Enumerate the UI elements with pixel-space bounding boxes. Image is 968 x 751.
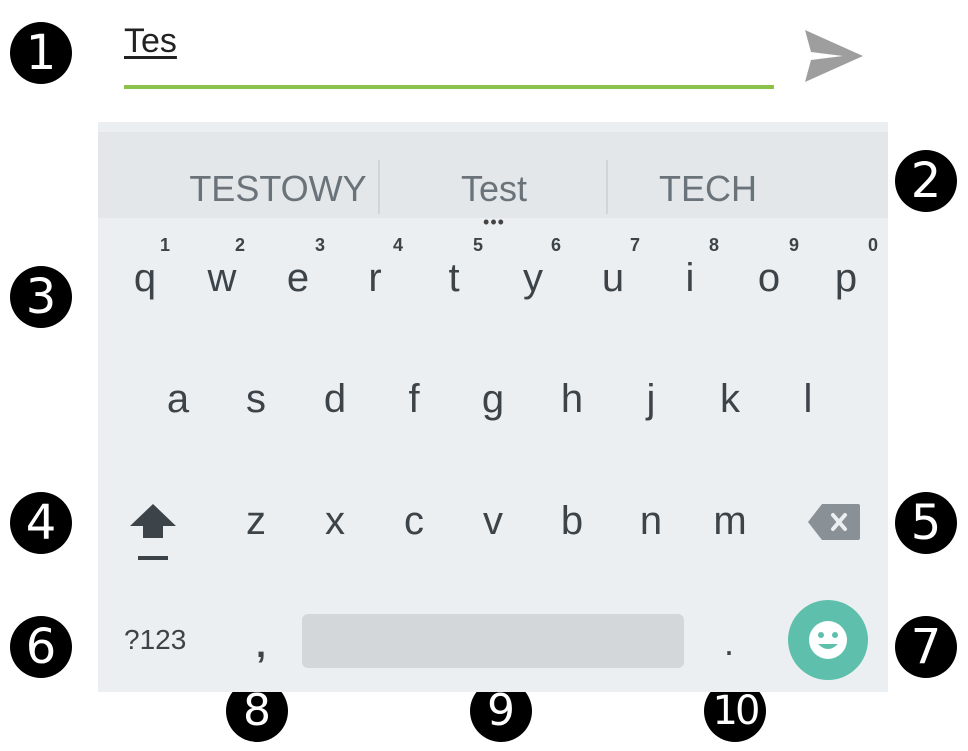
key-label: j	[646, 377, 656, 421]
emoji-icon	[809, 621, 847, 659]
key-hint: 3	[314, 235, 326, 255]
key-label: u	[601, 256, 625, 300]
key-k[interactable]: k	[720, 377, 740, 422]
key-hint: 7	[629, 235, 641, 255]
key-c[interactable]: c	[404, 499, 424, 544]
key-label: b	[560, 499, 584, 543]
key-label: g	[481, 377, 505, 421]
key-p[interactable]: p	[835, 256, 857, 301]
key-b[interactable]: b	[561, 499, 583, 544]
key-hint: 6	[550, 235, 562, 255]
key-hint: 1	[159, 235, 171, 255]
key-label: n	[639, 499, 663, 543]
key-j[interactable]: j	[647, 377, 656, 422]
suggestion-strip: TESTOWY Test TECH •••	[98, 132, 888, 232]
key-y[interactable]: y	[523, 256, 543, 301]
keyboard: TESTOWY Test TECH ••• 1 2 3 4 5 6 7 8 9 …	[98, 122, 888, 692]
suggestion-divider	[378, 160, 380, 214]
key-label: y	[523, 256, 543, 300]
key-label: p	[834, 256, 858, 300]
key-q[interactable]: q	[134, 256, 156, 301]
key-label: s	[246, 377, 266, 421]
annotation-badge-5: 5	[895, 492, 957, 554]
key-g[interactable]: g	[482, 377, 504, 422]
key-label: h	[560, 377, 584, 421]
annotation-badge-7: 7	[895, 616, 957, 678]
key-e[interactable]: e	[287, 256, 309, 301]
key-label: o	[757, 256, 781, 300]
key-label: r	[368, 256, 382, 300]
key-hint: 2	[234, 235, 246, 255]
key-w[interactable]: w	[208, 256, 237, 301]
key-hint: 0	[867, 235, 879, 255]
symbols-key[interactable]: ?123	[124, 624, 186, 656]
key-label: x	[325, 499, 345, 543]
key-t[interactable]: t	[448, 256, 459, 301]
key-h[interactable]: h	[561, 377, 583, 422]
key-label: c	[404, 499, 424, 543]
key-label: v	[483, 499, 503, 543]
annotation-badge-4: 4	[10, 492, 72, 554]
more-suggestions-icon[interactable]: •••	[483, 212, 505, 233]
input-underline	[124, 85, 774, 89]
shift-icon[interactable]	[126, 500, 180, 569]
key-f[interactable]: f	[408, 377, 419, 422]
key-label: w	[207, 256, 237, 300]
key-o[interactable]: o	[758, 256, 780, 301]
emoji-button[interactable]	[788, 600, 868, 680]
key-x[interactable]: x	[325, 499, 345, 544]
key-label: q	[133, 256, 157, 300]
key-label: i	[685, 256, 695, 300]
key-u[interactable]: u	[602, 256, 624, 301]
key-hint: 8	[708, 235, 720, 255]
suggestion-3[interactable]: TECH	[659, 168, 757, 210]
key-v[interactable]: v	[483, 499, 503, 544]
backspace-icon[interactable]	[806, 502, 862, 547]
key-l[interactable]: l	[804, 377, 813, 422]
key-s[interactable]: s	[246, 377, 266, 422]
suggestion-1[interactable]: TESTOWY	[189, 168, 366, 210]
key-n[interactable]: n	[640, 499, 662, 544]
key-a[interactable]: a	[167, 377, 189, 422]
key-label: k	[720, 377, 740, 421]
key-label: d	[323, 377, 347, 421]
annotation-badge-3: 3	[10, 266, 72, 328]
key-i[interactable]: i	[686, 256, 695, 301]
key-label: m	[713, 499, 747, 543]
key-label: t	[448, 256, 460, 300]
key-hint: 5	[472, 235, 484, 255]
key-d[interactable]: d	[324, 377, 346, 422]
key-label: e	[286, 256, 310, 300]
annotation-badge-1: 1	[10, 22, 72, 84]
period-key[interactable]: .	[724, 622, 734, 664]
send-icon[interactable]	[803, 26, 865, 91]
key-hint: 9	[788, 235, 800, 255]
key-r[interactable]: r	[368, 256, 381, 301]
space-bar[interactable]	[302, 614, 684, 668]
key-hint: 4	[392, 235, 404, 255]
annotation-badge-6: 6	[10, 616, 72, 678]
key-label: a	[166, 377, 190, 421]
suggestion-divider	[606, 160, 608, 214]
key-m[interactable]: m	[713, 499, 746, 544]
key-label: z	[246, 499, 266, 543]
annotation-badge-2: 2	[895, 150, 957, 212]
suggestion-2[interactable]: Test	[461, 168, 527, 210]
message-input[interactable]: Tes	[124, 22, 177, 61]
key-label: f	[408, 377, 420, 421]
key-z[interactable]: z	[246, 499, 266, 544]
comma-key[interactable]: ,	[256, 624, 266, 666]
key-label: l	[803, 377, 813, 421]
